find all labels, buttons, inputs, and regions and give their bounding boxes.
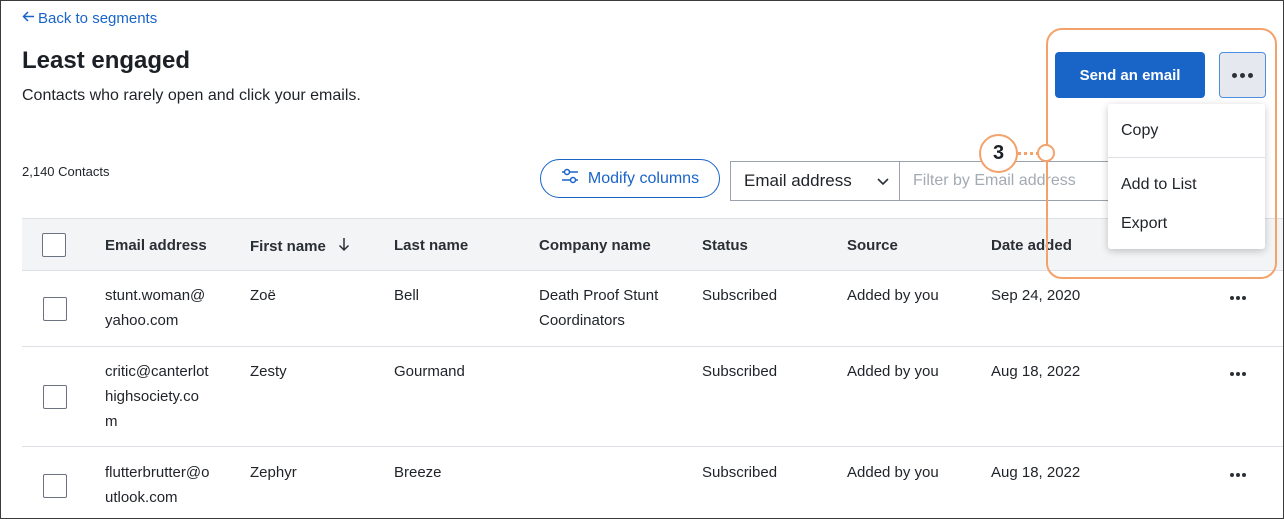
page-subtitle: Contacts who rarely open and click your …: [22, 87, 361, 104]
cell-first-name: Zoë: [250, 287, 276, 304]
cell-last-name: Gourmand: [394, 363, 465, 380]
cell-status: Subscribed: [702, 363, 778, 380]
cell-last-name: Breeze: [394, 464, 442, 481]
table-row[interactable]: critic@canterlot highsociety.co m Zesty Go…: [22, 347, 1283, 447]
cell-company: Death Proof Stunt Coordinators: [539, 287, 659, 329]
row-actions-ellipsis-icon[interactable]: [1230, 372, 1246, 376]
more-actions-button[interactable]: [1219, 52, 1266, 98]
modify-columns-button[interactable]: Modify columns: [540, 159, 720, 198]
column-header-source[interactable]: Source: [847, 237, 898, 254]
callout-anchor-dot: [1037, 144, 1055, 162]
cell-status: Subscribed: [702, 287, 778, 304]
column-header-last-name[interactable]: Last name: [394, 237, 468, 254]
row-checkbox[interactable]: [43, 385, 67, 409]
menu-item-add-to-list[interactable]: Add to List: [1121, 176, 1197, 194]
contacts-table: Email address First name Last name Compa…: [22, 218, 1283, 518]
column-header-email[interactable]: Email address: [105, 237, 207, 254]
column-header-company[interactable]: Company name: [539, 237, 651, 254]
ellipsis-icon: [1232, 72, 1253, 78]
arrow-left-icon: [22, 10, 35, 27]
table-header: Email address First name Last name Compa…: [22, 218, 1283, 271]
cell-source: Added by you: [847, 464, 939, 481]
send-email-button[interactable]: Send an email: [1055, 52, 1205, 98]
filter-field-value: Email address: [744, 171, 852, 190]
cell-date-added: Aug 18, 2022: [991, 363, 1081, 380]
menu-item-export[interactable]: Export: [1121, 215, 1167, 233]
row-actions-ellipsis-icon[interactable]: [1230, 473, 1246, 477]
menu-item-copy[interactable]: Copy: [1121, 122, 1158, 140]
back-link-label: Back to segments: [38, 10, 158, 27]
chevron-down-icon: [876, 173, 890, 193]
cell-status: Subscribed: [702, 464, 778, 481]
cell-first-name: Zesty: [250, 363, 287, 380]
cell-email: flutterbrutter@o utlook.com: [105, 464, 210, 506]
cell-date-added: Sep 24, 2020: [991, 287, 1081, 304]
cell-email: stunt.woman@ yahoo.com: [105, 287, 206, 329]
select-all-checkbox[interactable]: [42, 233, 66, 257]
callout-step-badge: 3: [979, 134, 1018, 173]
row-checkbox[interactable]: [43, 297, 67, 321]
menu-divider: [1108, 157, 1265, 158]
column-header-first-name-label: First name: [250, 238, 326, 255]
cell-source: Added by you: [847, 363, 939, 380]
cell-first-name: Zephyr: [250, 464, 297, 481]
row-actions-ellipsis-icon[interactable]: [1230, 296, 1246, 300]
modify-columns-label: Modify columns: [587, 169, 700, 187]
table-row[interactable]: flutterbrutter@o utlook.com Zephyr Breeze…: [22, 447, 1283, 518]
cell-source: Added by you: [847, 287, 939, 304]
table-row[interactable]: stunt.woman@ yahoo.com Zoë Bell Death Pro…: [22, 271, 1283, 347]
filter-input[interactable]: [899, 161, 1129, 201]
cell-date-added: Aug 18, 2022: [991, 464, 1081, 481]
column-header-status[interactable]: Status: [702, 237, 748, 254]
page-title: Least engaged: [22, 47, 191, 74]
sliders-icon: [561, 168, 579, 189]
column-header-first-name[interactable]: First name: [250, 237, 350, 256]
row-checkbox[interactable]: [43, 474, 67, 498]
sort-arrow-down-icon: [338, 237, 350, 256]
contacts-count: 2,140 Contacts: [22, 164, 110, 179]
cell-email: critic@canterlot highsociety.co m: [105, 363, 209, 430]
callout-connector: [1018, 152, 1039, 155]
filter-field-select[interactable]: Email address: [730, 161, 900, 201]
cell-last-name: Bell: [394, 287, 420, 304]
column-header-date-added[interactable]: Date added: [991, 237, 1072, 254]
app-frame: Back to segments Least engaged Contacts …: [0, 0, 1284, 519]
more-actions-menu: Copy Add to List Export: [1108, 104, 1265, 249]
back-to-segments-link[interactable]: Back to segments: [22, 10, 157, 27]
